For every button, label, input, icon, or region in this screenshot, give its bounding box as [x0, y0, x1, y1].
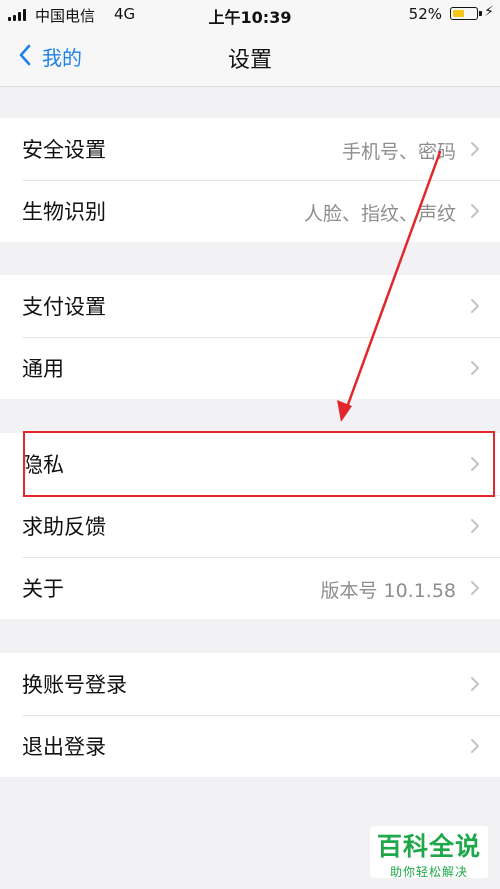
- row-label: 求助反馈: [22, 515, 106, 539]
- nav-bar: 我的 设置: [0, 28, 500, 87]
- row-label: 安全设置: [22, 138, 106, 162]
- settings-group-3: 隐私 求助反馈 关于 版本号 10.1.58: [0, 433, 500, 619]
- row-label: 隐私: [22, 453, 64, 477]
- status-bar: 中国电信 4G 上午10:39 52% ⚡: [0, 0, 500, 28]
- row-biometrics[interactable]: 生物识别 人脸、指纹、声纹: [0, 180, 500, 242]
- row-privacy[interactable]: 隐私: [0, 433, 500, 495]
- watermark-main: 百科全说: [376, 832, 481, 861]
- chevron-right-icon: [471, 142, 479, 156]
- battery-percent: 52%: [408, 5, 442, 23]
- row-general[interactable]: 通用: [0, 337, 500, 399]
- row-label: 关于: [22, 577, 64, 601]
- row-label: 生物识别: [22, 200, 106, 224]
- watermark-sub: 助你轻松解决: [389, 865, 468, 879]
- row-payment-settings[interactable]: 支付设置: [0, 275, 500, 337]
- chevron-right-icon: [471, 457, 479, 471]
- chevron-right-icon: [471, 299, 479, 313]
- row-label: 通用: [22, 357, 64, 381]
- battery-fill: [453, 10, 464, 17]
- row-security-settings[interactable]: 安全设置 手机号、密码: [0, 118, 500, 180]
- chevron-right-icon: [471, 204, 479, 218]
- bolt-icon: ⚡: [484, 4, 494, 20]
- row-about[interactable]: 关于 版本号 10.1.58: [0, 557, 500, 619]
- row-value: 版本号 10.1.58: [320, 580, 456, 602]
- row-label: 换账号登录: [22, 673, 127, 697]
- settings-group-4: 换账号登录 退出登录: [0, 653, 500, 777]
- settings-group-1: 安全设置 手机号、密码 生物识别 人脸、指纹、声纹: [0, 118, 500, 242]
- row-switch-account[interactable]: 换账号登录: [0, 653, 500, 715]
- row-label: 退出登录: [22, 735, 106, 759]
- chevron-right-icon: [471, 739, 479, 753]
- settings-group-2: 支付设置 通用: [0, 275, 500, 399]
- row-value: 手机号、密码: [341, 141, 456, 163]
- chevron-right-icon: [471, 361, 479, 375]
- row-help-feedback[interactable]: 求助反馈: [0, 495, 500, 557]
- chevron-right-icon: [471, 677, 479, 691]
- chevron-right-icon: [471, 581, 479, 595]
- watermark-logo: 百科全说 助你轻松解决: [370, 826, 488, 879]
- row-label: 支付设置: [22, 295, 106, 319]
- row-value: 人脸、指纹、声纹: [303, 203, 456, 225]
- battery-icon: [450, 7, 482, 20]
- chevron-right-icon: [471, 519, 479, 533]
- page-title: 设置: [227, 48, 272, 73]
- row-logout[interactable]: 退出登录: [0, 715, 500, 777]
